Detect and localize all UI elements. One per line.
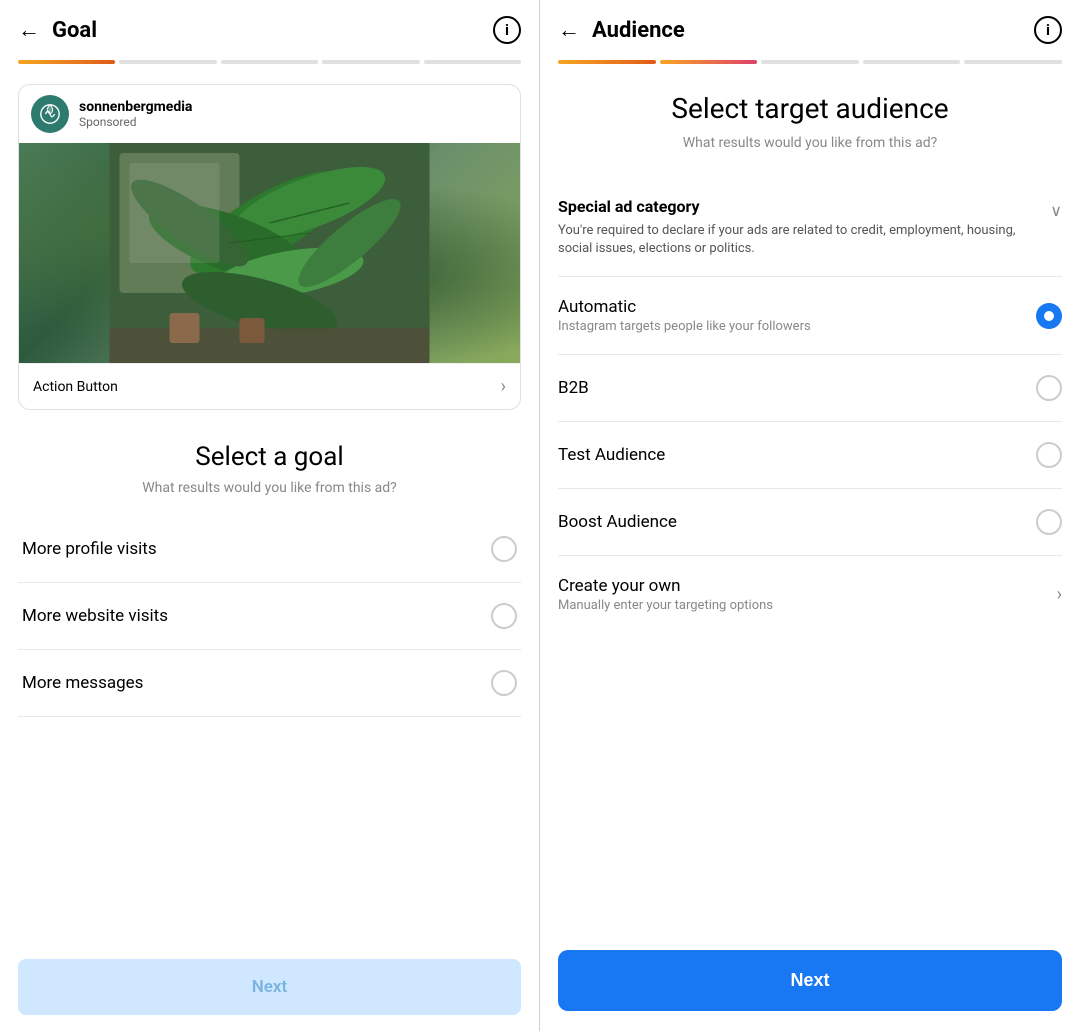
ad-sponsored-label: Sponsored [79,115,192,129]
audience-option-automatic-info: Automatic Instagram targets people like … [558,297,1036,334]
left-back-button[interactable]: ← [18,17,40,43]
create-own-desc: Manually enter your targeting options [558,598,1057,613]
select-audience-title: Select target audience [558,92,1062,125]
special-ad-category-desc: You're required to declare if your ads a… [558,222,1038,258]
audience-option-b2b-info: B2B [558,378,1036,398]
goal-option-website-visits[interactable]: More website visits [18,583,521,650]
audience-option-test[interactable]: Test Audience [558,422,1062,489]
right-progress-seg-5 [964,60,1062,64]
right-progress-bar [540,60,1080,72]
select-goal-subtitle: What results would you like from this ad… [18,480,521,496]
ad-action-label: Action Button [33,379,118,395]
left-progress-seg-2 [119,60,216,64]
ad-action-row[interactable]: Action Button › [19,363,520,409]
right-progress-seg-4 [863,60,961,64]
goal-option-website-visits-radio[interactable] [491,603,517,629]
audience-option-automatic-desc: Instagram targets people like your follo… [558,319,1036,334]
ad-avatar [31,95,69,133]
audience-option-boost[interactable]: Boost Audience [558,489,1062,556]
right-header: ← Audience i [540,0,1080,60]
select-goal-title: Select a goal [18,442,521,472]
goal-option-website-visits-label: More website visits [22,606,168,626]
right-next-button-container: Next [540,934,1080,1031]
goal-option-more-messages[interactable]: More messages [18,650,521,717]
create-own-chevron-right-icon: › [1057,584,1062,605]
left-progress-seg-3 [221,60,318,64]
right-panel: ← Audience i Select target audience What… [540,0,1080,1031]
special-ad-category-title: Special ad category [558,197,1038,216]
ad-action-chevron-right-icon: › [501,376,506,397]
right-progress-seg-2 [660,60,758,64]
audience-option-automatic-radio[interactable] [1036,303,1062,329]
audience-option-automatic[interactable]: Automatic Instagram targets people like … [558,277,1062,355]
goal-options-list: More profile visits More website visits … [0,506,539,943]
left-progress-bar [0,60,539,72]
left-progress-seg-1 [18,60,115,64]
right-info-button[interactable]: i [1034,16,1062,44]
right-progress-seg-3 [761,60,859,64]
create-own-info: Create your own Manually enter your targ… [558,576,1057,613]
goal-option-more-messages-radio[interactable] [491,670,517,696]
right-next-button[interactable]: Next [558,950,1062,1011]
special-ad-chevron-down-icon: ∨ [1050,201,1062,220]
audience-option-boost-radio[interactable] [1036,509,1062,535]
create-own-title: Create your own [558,576,1057,596]
ad-account-info: sonnenbergmedia Sponsored [79,99,192,129]
left-panel: ← Goal i sonnenbergmedia Sponsored [0,0,540,1031]
goal-option-more-messages-label: More messages [22,673,143,693]
select-goal-section: Select a goal What results would you lik… [0,422,539,506]
left-progress-seg-5 [424,60,521,64]
ad-image [19,143,520,363]
right-page-title: Audience [592,18,1034,43]
create-own-option[interactable]: Create your own Manually enter your targ… [558,556,1062,633]
ad-preview-card: sonnenbergmedia Sponsored [18,84,521,410]
audience-option-test-title: Test Audience [558,445,1036,465]
goal-option-profile-visits-radio[interactable] [491,536,517,562]
left-progress-seg-4 [322,60,419,64]
special-ad-category-text: Special ad category You're required to d… [558,197,1050,258]
right-progress-seg-1 [558,60,656,64]
right-back-button[interactable]: ← [558,17,580,43]
goal-option-profile-visits[interactable]: More profile visits [18,516,521,583]
special-ad-category[interactable]: Special ad category You're required to d… [558,179,1062,277]
left-page-title: Goal [52,18,493,43]
audience-option-boost-info: Boost Audience [558,512,1036,532]
audience-option-test-radio[interactable] [1036,442,1062,468]
left-header: ← Goal i [0,0,539,60]
left-info-button[interactable]: i [493,16,521,44]
audience-option-boost-title: Boost Audience [558,512,1036,532]
goal-option-profile-visits-label: More profile visits [22,539,157,559]
ad-account-name: sonnenbergmedia [79,99,192,115]
ad-preview-header: sonnenbergmedia Sponsored [19,85,520,143]
select-audience-subtitle: What results would you like from this ad… [558,135,1062,151]
audience-option-automatic-title: Automatic [558,297,1036,317]
right-content: Select target audience What results woul… [540,72,1080,934]
audience-option-b2b-title: B2B [558,378,1036,398]
audience-option-b2b-radio[interactable] [1036,375,1062,401]
audience-option-test-info: Test Audience [558,445,1036,465]
left-next-button: Next [18,959,521,1015]
audience-option-b2b[interactable]: B2B [558,355,1062,422]
